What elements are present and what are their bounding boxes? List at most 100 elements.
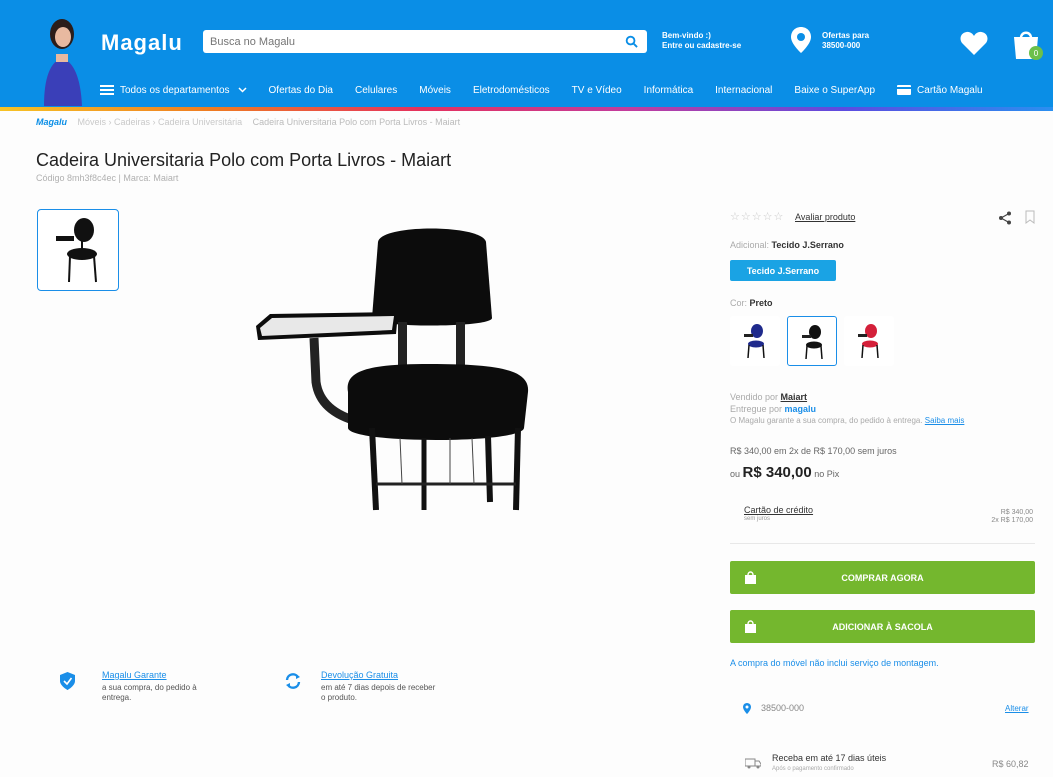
rating-stars[interactable]: ☆☆☆☆☆	[730, 210, 784, 223]
product-title: Cadeira Universitaria Polo com Porta Liv…	[36, 150, 452, 170]
nav-ofertas-do-dia[interactable]: Ofertas do Dia	[269, 85, 333, 96]
product-brand-link[interactable]: Maiart	[153, 173, 178, 183]
additional-option-label: Adicional: Tecido J.Serrano	[730, 240, 844, 250]
bag-icon	[745, 620, 756, 633]
magalu-garante-line2: entrega.	[102, 693, 132, 702]
magalu-logo[interactable]: Magalu	[101, 30, 183, 56]
account-link[interactable]: Bem-vindo :) Entre ou cadastre-se	[662, 31, 741, 51]
delivered-by: Entregue por magalu	[730, 404, 816, 414]
truck-icon	[745, 758, 761, 769]
magalu-garante-line1: a sua compra, do pedido à	[102, 683, 197, 692]
menu-icon	[100, 85, 114, 95]
delivered-by-label: Entregue por	[730, 404, 785, 414]
delivered-by-magalu-logo: magalu	[784, 404, 817, 414]
location-pin-icon[interactable]	[791, 27, 811, 53]
devolucao-gratuita-link[interactable]: Devolução Gratuita	[321, 670, 398, 680]
saiba-mais-link[interactable]: Saiba mais	[925, 416, 965, 425]
color-option-red[interactable]	[844, 316, 894, 366]
buy-now-label: COMPRAR AGORA	[841, 572, 924, 583]
color-option-blue[interactable]	[730, 316, 780, 366]
or-label: ou	[730, 469, 743, 479]
product-code-text: Código 8mh3f8c4ec | Marca:	[36, 173, 154, 183]
shopping-bag-icon[interactable]: 0	[1010, 28, 1044, 62]
credit-card-link[interactable]: Cartão de crédito	[744, 505, 813, 515]
offers-cep: 38500-000	[822, 41, 861, 50]
sold-by: Vendido por Maiart	[730, 392, 807, 402]
rate-product-link[interactable]: Avaliar produto	[795, 212, 855, 222]
delivery-estimate: Receba em até 17 dias úteis	[772, 753, 887, 763]
chevron-down-icon	[237, 87, 247, 93]
breadcrumb-home[interactable]: Magalu	[36, 117, 67, 127]
additional-option-chip[interactable]: Tecido J.Serrano	[730, 260, 836, 281]
credit-card-values: R$ 340,00 2x R$ 170,00	[991, 509, 1033, 525]
nav-cartao-magalu[interactable]: Cartão Magalu	[897, 85, 983, 96]
card-val2: 2x R$ 170,00	[991, 517, 1033, 524]
search-bar	[203, 30, 647, 53]
magalu-garante-text: a sua compra, do pedido à entrega.	[102, 683, 197, 703]
login-text: Entre ou cadastre-se	[662, 41, 742, 50]
seller-guarantee: O Magalu garante a sua compra, do pedido…	[730, 416, 964, 425]
share-icon[interactable]	[998, 211, 1012, 225]
nav-all-departments[interactable]: Todos os departamentos	[100, 85, 247, 96]
color-value: Preto	[749, 298, 773, 308]
chair-black-image	[802, 325, 823, 360]
color-option-label: Cor: Preto	[730, 298, 773, 308]
seller-link[interactable]: Maiart	[781, 392, 808, 402]
add-to-bag-button[interactable]: ADICIONAR À SACOLA	[730, 610, 1035, 643]
nav-tv-e-video[interactable]: TV e Vídeo	[572, 85, 622, 96]
nav-all-departments-label: Todos os departamentos	[120, 84, 230, 96]
nav-eletrodomesticos[interactable]: Eletrodomésticos	[473, 85, 550, 96]
divider	[730, 543, 1035, 544]
product-main-image[interactable]	[250, 222, 560, 512]
seller-guarantee-text: O Magalu garante a sua compra, do pedido…	[730, 416, 925, 425]
magalu-garante-link[interactable]: Magalu Garante	[102, 670, 167, 680]
change-cep-link[interactable]: Alterar	[1005, 704, 1029, 713]
return-arrows-icon	[285, 673, 301, 689]
svg-text:0: 0	[1034, 49, 1039, 58]
shipping-cep: 38500-000	[761, 703, 805, 713]
pix-price-line: ou R$ 340,00 no Pix	[730, 464, 839, 481]
chair-red-image	[858, 324, 879, 359]
pix-label: no Pix	[811, 469, 840, 479]
assembly-note: A compra do móvel não inclui serviço de …	[730, 658, 939, 668]
devolucao-line1: em até 7 dias depois de receber	[321, 683, 436, 692]
offers-label: Ofertas para	[822, 31, 870, 40]
search-input[interactable]	[203, 30, 603, 53]
add-to-bag-label: ADICIONAR À SACOLA	[832, 621, 933, 632]
pix-price: R$ 340,00	[742, 464, 812, 481]
location-pin-icon	[743, 703, 751, 714]
nav-informatica[interactable]: Informática	[644, 85, 693, 96]
buy-now-button[interactable]: COMPRAR AGORA	[730, 561, 1035, 594]
favorite-outline-icon[interactable]	[1024, 209, 1036, 225]
devolucao-gratuita-text: em até 7 dias depois de receber o produt…	[321, 683, 435, 703]
installment-price: R$ 340,00 em 2x de R$ 170,00 sem juros	[730, 446, 897, 456]
welcome-text: Bem-vindo :)	[662, 31, 711, 40]
additional-label: Adicional:	[730, 240, 772, 250]
nav-moveis[interactable]: Móveis	[419, 85, 451, 96]
product-thumbnail[interactable]	[37, 209, 119, 291]
breadcrumb-current: Cadeira Universitaria Polo com Porta Liv…	[252, 117, 461, 127]
freight-price: R$ 60,82	[992, 759, 1029, 769]
chair-blue-image	[744, 324, 765, 359]
color-option-black[interactable]	[787, 316, 837, 366]
heart-icon[interactable]	[960, 31, 988, 55]
bag-icon	[745, 571, 756, 584]
delivery-sub: Após o pagamento confirmado	[772, 766, 854, 772]
card-val1: R$ 340,00	[1000, 509, 1033, 516]
rainbow-divider	[0, 107, 1053, 111]
credit-card-icon	[897, 85, 912, 95]
offers-location[interactable]: Ofertas para 38500-000	[822, 31, 869, 51]
product-code: Código 8mh3f8c4ec | Marca: Maiart	[36, 173, 178, 183]
breadcrumb-categories[interactable]: Móveis › Cadeiras › Cadeira Universitári…	[78, 117, 243, 127]
color-label: Cor:	[730, 298, 750, 308]
shield-icon	[60, 672, 75, 690]
chair-thumbnail-image	[56, 218, 97, 283]
search-icon[interactable]	[625, 35, 638, 48]
sold-by-label: Vendido por	[730, 392, 781, 402]
nav-superapp[interactable]: Baixe o SuperApp	[794, 85, 875, 96]
devolucao-line2: o produto.	[321, 693, 358, 702]
additional-value: Tecido J.Serrano	[771, 240, 844, 250]
nav-internacional[interactable]: Internacional	[715, 85, 772, 96]
site-header: Magalu Bem-vindo :) Entre ou cadastre-se…	[0, 0, 1053, 107]
nav-celulares[interactable]: Celulares	[355, 85, 397, 96]
